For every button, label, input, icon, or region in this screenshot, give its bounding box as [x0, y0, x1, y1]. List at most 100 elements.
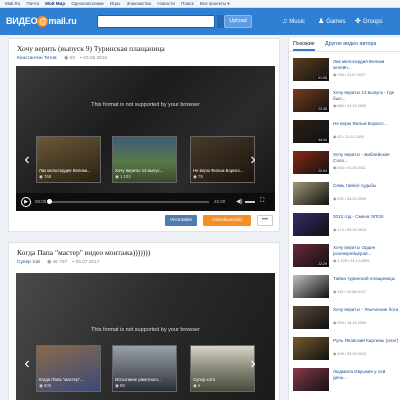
more-button[interactable]: •••	[257, 215, 273, 226]
games-icon: ♟	[318, 18, 325, 25]
suggestion-thumb[interactable]: Когда Папа "мастер"... ◉ 600	[36, 345, 101, 392]
suggestion-views: ◉ 768	[39, 174, 52, 179]
related-thumbnail[interactable]: 22:04	[293, 151, 329, 174]
related-video-item[interactable]: 22:29 Хочу верить! Орден розенкрейцеров..…	[293, 244, 400, 271]
suggestion-thumb[interactable]: Хочу верить! 13 выпус... ◉ 1 103	[112, 136, 177, 183]
related-thumbnail[interactable]: 22:35	[293, 89, 329, 112]
related-title[interactable]: Хочу верить! - Языческие боги	[333, 307, 399, 313]
related-title[interactable]: Тайна туринской плащаницы	[333, 276, 399, 282]
topnav-item[interactable]: Знакомства	[127, 1, 151, 6]
suggestion-thumb[interactable]: Не верю Фильм Борисс... ◉ 79	[190, 136, 255, 183]
site-logo[interactable]: ВИДЕО @ mail.ru	[6, 16, 77, 27]
related-title[interactable]: Лик мелосердия Велики келейн...	[333, 59, 399, 70]
suggestion-thumb[interactable]: Лик мелосердия Велики... ◉ 768	[36, 136, 101, 183]
video-views: ◉ 63	[63, 56, 75, 61]
chevron-left-icon[interactable]: ‹	[21, 353, 33, 375]
topnav-item[interactable]: Одноклассники	[71, 1, 103, 6]
suggestion-label: Хочу верить! 13 выпус...	[115, 168, 164, 173]
related-video-item[interactable]: Хочу верить! - Языческие боги ◉ 909 • 16.…	[293, 306, 400, 333]
volume-icon[interactable]: ◀)	[236, 198, 243, 205]
fullscreen-icon[interactable]: ⛶	[260, 198, 264, 205]
music-nav[interactable]: ♫ Music	[282, 17, 305, 27]
related-video-item[interactable]: 2012 год - Смена ЭПОХ ◉ 174 • 09.04.2013	[293, 213, 400, 240]
chevron-right-icon[interactable]: ›	[247, 353, 259, 375]
related-title[interactable]: Людмила Ивушкин у сей день...	[333, 369, 399, 380]
share-vk-button[interactable]: VKontakte	[165, 215, 197, 226]
topnav-item[interactable]: Почта	[27, 1, 40, 6]
suggestion-views: ◉ 6	[193, 383, 201, 388]
search-input[interactable]	[97, 15, 215, 28]
related-title[interactable]: Руль Яновский Картины (олат)	[333, 338, 399, 344]
topnav-item[interactable]: Мой Мир	[45, 1, 65, 6]
related-title[interactable]: Хочу верить! Орден розенкрейцеров...	[333, 245, 399, 256]
volume-slider[interactable]	[245, 201, 255, 203]
video-title[interactable]: Когда Папа "мастер" видео монтажа)))))))	[17, 248, 150, 257]
related-meta: ◉ 291 • 06.02.2009	[333, 197, 367, 201]
related-video-item[interactable]: Руль Яновский Картины (олат) ◉ 108 • 25.0…	[293, 337, 400, 364]
related-title[interactable]: Хочу верить! 13 выпуск - Где был...	[333, 90, 399, 101]
suggestion-carousel: Лик мелосердия Велики... ◉ 768 Хочу вери…	[36, 136, 257, 183]
related-video-item[interactable]: 22:04 Хочу верить! - Библейские Соло... ◉ …	[293, 151, 400, 178]
progress-knob[interactable]	[47, 199, 52, 204]
related-video-item[interactable]: 01:08 Лик мелосердия Велики келейн... ◉ 76…	[293, 58, 400, 85]
top-portal-nav: Mail.Ru Почта Мой Мир Одноклассники Игры…	[0, 0, 400, 8]
related-thumbnail[interactable]: 22:29	[293, 244, 329, 267]
upload-button[interactable]: Upload	[224, 15, 252, 28]
topnav-item[interactable]: Все проекты ▾	[200, 1, 230, 7]
topnav-item[interactable]: Поиск	[181, 1, 193, 6]
suggestion-label: Когда Папа "мастер"...	[39, 377, 84, 382]
groups-nav[interactable]: ✤ Groups	[355, 17, 383, 27]
related-video-item[interactable]: Тайна туринской плащаницы ◉ 110 • 15.08.2…	[293, 275, 400, 302]
suggestion-thumb[interactable]: Испытание ракетного... ◉ 88	[112, 345, 177, 392]
suggestion-views: ◉ 1 103	[115, 174, 131, 179]
related-thumbnail[interactable]	[293, 213, 329, 236]
related-meta: ◉ 243 • 31.05.2011	[333, 166, 366, 170]
chevron-left-icon[interactable]: ‹	[21, 149, 33, 171]
video-player[interactable]: This format is not supported by your bro…	[16, 66, 275, 211]
video-meta: Супер той ◉ 46 797 ▪ 05.07.2017	[17, 260, 104, 265]
topnav-item[interactable]: Новости	[157, 1, 174, 6]
chevron-right-icon[interactable]: ›	[247, 149, 259, 171]
related-thumbnail[interactable]	[293, 337, 329, 360]
suggestion-thumb[interactable]: Супер хэто ◉ 6	[190, 345, 255, 392]
format-not-supported-message: This format is not supported by your bro…	[91, 327, 200, 333]
related-video-item[interactable]: Семь тайн(е судьбы ◉ 291 • 06.02.2009	[293, 182, 400, 209]
related-meta: ◉ 909 • 16.10.2009	[333, 321, 367, 325]
related-thumbnail[interactable]	[293, 275, 329, 298]
related-title[interactable]: Семь тайн(е судьбы	[333, 183, 399, 189]
video-author[interactable]: Супер той	[17, 260, 40, 265]
topnav-item[interactable]: Mail.Ru	[5, 1, 20, 6]
related-title[interactable]: 2012 год - Смена ЭПОХ	[333, 214, 399, 220]
tab-author-videos[interactable]: Другое видео автора	[325, 41, 376, 47]
sidebar-tabs: Похожие Другое видео автора	[289, 38, 400, 52]
related-thumbnail[interactable]	[293, 182, 329, 205]
total-time: 22:40	[214, 199, 226, 204]
games-nav[interactable]: ♟ Games	[318, 17, 346, 27]
related-meta: ◉ 1 209 • 24.12.2009	[333, 259, 370, 263]
related-thumbnail[interactable]	[293, 306, 329, 329]
related-title[interactable]: Хочу верить! - Библейские Соло...	[333, 152, 399, 163]
related-meta: ◉ 32 • 21.01.2019	[333, 135, 365, 139]
video-author[interactable]: Константин Титов	[17, 56, 57, 61]
related-thumbnail[interactable]: 01:08	[293, 58, 329, 81]
related-video-item[interactable]: 22:35 Хочу верить! 13 выпуск - Где был...…	[293, 89, 400, 116]
related-sidebar: Похожие Другое видео автора 01:08 Лик мел…	[288, 38, 400, 400]
video-player[interactable]: This format is not supported by your bro…	[16, 273, 275, 400]
related-title[interactable]: Не верю Фильм Борисо...	[333, 121, 399, 127]
topnav-item[interactable]: Игры	[110, 1, 121, 6]
related-thumbnail[interactable]	[293, 368, 329, 391]
video-meta: Константин Титов ◉ 63 ▪ 20.05.2015	[17, 56, 111, 61]
site-header: ВИДЕО @ mail.ru Upload ♫ Music ♟ Games ✤ Grou…	[0, 8, 400, 35]
share-ok-button[interactable]: Odnoklassniki	[203, 215, 251, 226]
video-title[interactable]: Хочу верить (выпуск 9) Туринская плащани…	[17, 44, 165, 53]
suggestion-carousel: Когда Папа "мастер"... ◉ 600 Испытание р…	[36, 345, 257, 392]
related-meta: ◉ 680 • 14.10.2009	[333, 104, 367, 108]
progress-track[interactable]	[49, 201, 209, 203]
current-time: 00:00	[35, 199, 47, 204]
related-video-item[interactable]: 44:44 Не верю Фильм Борисо... ◉ 32 • 21.01…	[293, 120, 400, 147]
play-icon[interactable]: ▶	[21, 197, 31, 207]
related-video-item[interactable]: Людмила Ивушкин у сей день...	[293, 368, 400, 395]
tab-similar[interactable]: Похожие	[293, 41, 315, 51]
related-thumbnail[interactable]: 44:44	[293, 120, 329, 143]
related-meta: ◉ 108 • 25.04.2015	[333, 352, 367, 356]
